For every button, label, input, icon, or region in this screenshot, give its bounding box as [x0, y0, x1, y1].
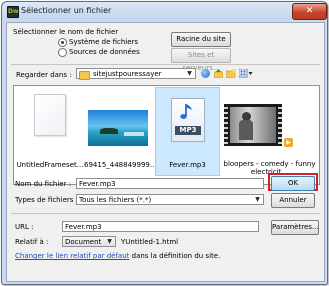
separator: [11, 64, 320, 65]
media-player-badge-icon: ▶: [284, 138, 293, 147]
file-item[interactable]: UntitledFrameset...: [16, 88, 84, 174]
sites-servers-button[interactable]: Sites et serveurs...: [171, 48, 231, 72]
look-in-label: Regarder dans :: [16, 71, 72, 79]
file-item[interactable]: 69415_448849999...: [84, 88, 157, 174]
file-types-value: Tous les fichiers (*.*): [79, 196, 152, 204]
dialog-body: Sélectionner le nom de fichier Système d…: [6, 22, 325, 282]
file-name: Fever.mp3: [169, 161, 206, 169]
mp3-audio-icon: MP3: [171, 98, 205, 142]
file-name-label: Nom du fichier :: [15, 180, 72, 188]
parameters-button[interactable]: Paramètres...: [271, 220, 319, 235]
footer-text: Changer le lien relatif par défaut dans …: [15, 252, 220, 260]
back-icon[interactable]: [201, 69, 210, 78]
title-bar[interactable]: Dw Sélectionner un fichier ✕: [2, 2, 327, 20]
radio-datasources[interactable]: [58, 48, 67, 57]
chevron-down-icon: ▼: [255, 196, 260, 203]
close-button[interactable]: ✕: [292, 3, 327, 20]
file-item-selected[interactable]: MP3 Fever.mp3: [155, 87, 220, 176]
file-list[interactable]: UntitledFrameset... 69415_448849999... M…: [13, 85, 320, 185]
view-menu-icon[interactable]: [238, 68, 253, 78]
source-heading: Sélectionner le nom de fichier: [13, 28, 119, 36]
file-types-dropdown[interactable]: Tous les fichiers (*.*) ▼: [76, 194, 264, 205]
look-in-value: sitejustpouressayer: [93, 70, 162, 78]
file-item[interactable]: ▶ bloopers - comedy - funny electricit..…: [222, 88, 317, 180]
chevron-down-icon: ▼: [187, 70, 192, 77]
video-thumbnail-icon: [224, 104, 282, 146]
url-label: URL :: [15, 223, 34, 231]
relative-dropdown[interactable]: Document ▼: [62, 236, 116, 247]
change-default-relative-link[interactable]: Changer le lien relatif par défaut: [15, 252, 129, 260]
separator: [11, 213, 320, 214]
dreamweaver-app-icon: Dw: [7, 6, 19, 18]
ok-button[interactable]: OK: [271, 176, 315, 191]
blank-document-icon: [34, 94, 66, 136]
file-name: 69415_448849999...: [84, 161, 157, 169]
radio-datasources-label: Sources de données: [69, 48, 140, 56]
mp3-badge: MP3: [175, 126, 201, 135]
file-dialog: Dw Sélectionner un fichier ✕ Sélectionne…: [1, 1, 328, 285]
relative-label: Relatif à :: [15, 238, 49, 246]
folder-icon: [79, 71, 90, 80]
look-in-dropdown[interactable]: sitejustpouressayer ▼: [76, 68, 196, 80]
new-folder-icon[interactable]: [225, 69, 236, 79]
site-root-button[interactable]: Racine du site: [171, 32, 231, 47]
url-input[interactable]: Fever.mp3: [62, 221, 259, 232]
radio-filesystem-label: Système de fichiers: [69, 38, 139, 46]
cancel-button[interactable]: Annuler: [271, 193, 315, 208]
file-name: UntitledFrameset...: [16, 161, 84, 169]
chevron-down-icon: ▼: [107, 238, 112, 245]
dialog-title: Sélectionner un fichier: [21, 6, 112, 15]
relative-value: Document: [65, 238, 102, 246]
file-types-label: Types de fichiers :: [15, 196, 78, 204]
radio-filesystem[interactable]: [58, 38, 67, 47]
relative-document-name: YUntitled-1.html: [121, 238, 179, 246]
image-thumbnail-icon: [88, 110, 148, 146]
footer-rest-text: dans la définition du site.: [131, 252, 221, 260]
up-folder-icon[interactable]: [213, 69, 224, 79]
file-name-input[interactable]: Fever.mp3: [76, 178, 264, 189]
